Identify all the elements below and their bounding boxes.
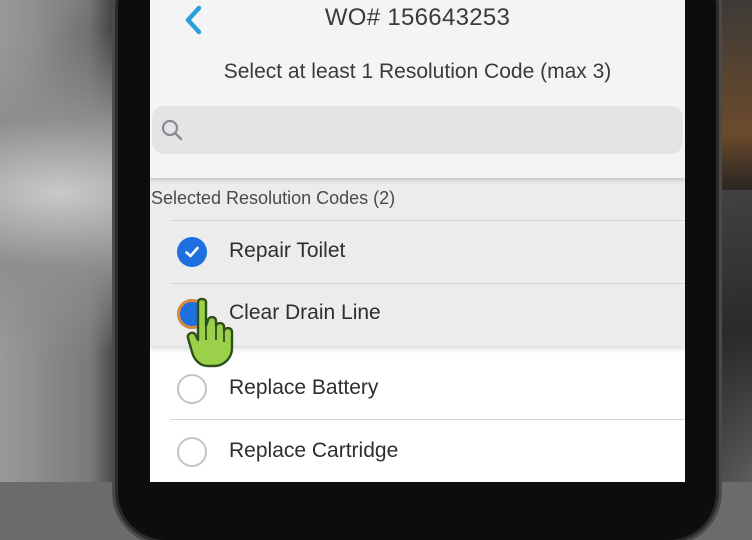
checkmark-icon [185, 246, 199, 258]
list-item-label: Clear Drain Line [229, 301, 381, 324]
checkbox-checked[interactable] [177, 237, 207, 267]
list-item-label: Repair Toilet [229, 239, 346, 262]
section-header: Selected Resolution Codes (2) [151, 188, 396, 208]
list-item-label: Replace Battery [229, 376, 379, 399]
search-icon [160, 118, 184, 147]
phone-screen: WO# 156643253 Select at least 1 Resoluti… [150, 0, 685, 482]
page-subtitle: Select at least 1 Resolution Code (max 3… [223, 60, 612, 83]
search-bar[interactable] [152, 106, 683, 156]
checkbox-unchecked[interactable] [177, 437, 207, 467]
background-photo-right [716, 0, 752, 190]
divider [170, 419, 685, 420]
search-input[interactable] [194, 106, 671, 156]
list-item-repair-toilet[interactable]: Repair Toilet [150, 221, 685, 283]
page-title: WO# 156643253 [324, 4, 511, 31]
header: WO# 156643253 Select at least 1 Resoluti… [150, 0, 685, 178]
list-item-label: Replace Cartridge [229, 439, 399, 462]
hand-pointer-icon [186, 297, 234, 368]
list-item-replace-cartridge[interactable]: Replace Cartridge [150, 421, 685, 482]
checkbox-unchecked[interactable] [177, 374, 207, 404]
